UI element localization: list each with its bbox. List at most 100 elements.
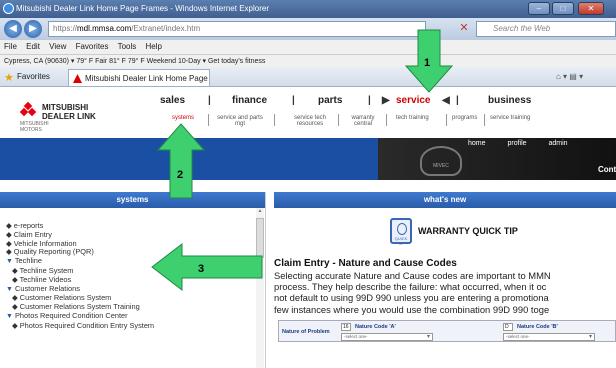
bullet-diamond-icon: ◆ [12, 302, 18, 312]
systems-list-label: Quality Reporting (PQR) [13, 247, 94, 257]
nav-sales[interactable]: sales [160, 95, 185, 106]
systems-list-label: Customer Relations System Training [19, 302, 140, 312]
bullet-diamond-icon: ◆ [6, 221, 12, 230]
nav-finance[interactable]: finance [232, 95, 267, 106]
systems-list-label: Customer Relations System [19, 293, 112, 303]
banner-contact[interactable]: Cont [598, 165, 616, 174]
subnav-systems[interactable]: systems [172, 115, 194, 121]
code-b-label: Nature Code 'B' [517, 324, 558, 330]
browser-tab[interactable]: Mitsubishi Dealer Link Home Page Fra... [68, 69, 210, 86]
bullet-diamond-icon: ◆ [12, 274, 18, 284]
back-icon[interactable]: ◀ [4, 20, 22, 38]
claim-entry-heading: Claim Entry - Nature and Cause Codes [274, 258, 457, 269]
systems-list-label: Photos Required Condition Center [15, 310, 128, 320]
top-navigation: sales | finance | parts | ▶ service ◀ | … [160, 95, 532, 106]
minimize-button[interactable]: – [528, 2, 550, 15]
header-banner: MIVEC home profile admin Cont [0, 138, 616, 180]
ie-icon [3, 3, 14, 14]
logo-line1: MITSUBISHI [42, 103, 89, 112]
claim-line: Selecting accurate Nature and Cause code… [274, 270, 551, 281]
url-host: mdl.mmsa.com [77, 24, 132, 33]
url-path: /Extranet/index.htm [131, 24, 201, 33]
whats-new-title: what's new [274, 192, 616, 208]
favorites-label[interactable]: Favorites [17, 72, 50, 81]
scroll-thumb[interactable] [256, 218, 264, 258]
menu-bar: File Edit View Favorites Tools Help [0, 40, 616, 54]
sub-navigation: systems service and parts mgt service te… [150, 114, 616, 136]
link-admin[interactable]: admin [549, 140, 568, 147]
code-b-box: D [503, 323, 513, 331]
systems-list-label: Customer Relations [15, 283, 80, 293]
forward-icon[interactable]: ▶ [24, 20, 42, 38]
systems-panel-title: systems [0, 192, 265, 208]
subnav-service-training[interactable]: service training [490, 115, 530, 121]
claim-line: few instances where you would use the co… [274, 303, 550, 315]
subnav-service-parts-mgt[interactable]: service and parts mgt [216, 115, 264, 127]
systems-list-label: Vehicle Information [13, 238, 77, 248]
menu-tools[interactable]: Tools [118, 42, 137, 51]
browser-tab-label: Mitsubishi Dealer Link Home Page Fra... [85, 74, 209, 83]
weather-text[interactable]: Cypress, CA (90630) ▾ 79° F Fair 81° F 7… [4, 58, 265, 65]
close-button[interactable]: ✕ [578, 2, 604, 15]
scroll-up-icon[interactable]: ▲ [256, 208, 264, 216]
nav-arrow-left-icon: ◀ [442, 95, 450, 106]
bullet-diamond-icon: ◆ [12, 293, 18, 303]
logo-sub: MITSUBISHI MOTORS [20, 121, 49, 133]
systems-list: ◆ e-reports ◆ Claim Entry ◆ Vehicle Inform… [6, 221, 155, 331]
code-a-label: Nature Code 'A' [355, 324, 396, 330]
bullet-diamond-icon: ◆ [6, 229, 12, 239]
subnav-programs[interactable]: programs [452, 115, 477, 121]
link-profile[interactable]: profile [507, 140, 526, 147]
address-bar: ◀ ▶ https://mdl.mmsa.com/Extranet/index.… [0, 18, 616, 40]
stop-icon[interactable]: ✕ [456, 21, 472, 37]
systems-list-label: Claim Entry [13, 229, 52, 239]
quick-tip-icon: QUICK TIP [390, 218, 412, 246]
code-a-box: 16 [341, 323, 351, 331]
subnav-warranty-central[interactable]: warranty central [346, 115, 380, 127]
bullet-diamond-icon: ◆ [6, 238, 12, 248]
whats-new-panel: what's new QUICK TIP WARRANTY QUICK TIP … [274, 192, 616, 368]
menu-edit[interactable]: Edit [26, 42, 40, 51]
window-title-bar: Mitsubishi Dealer Link Home Page Frames … [0, 0, 616, 18]
mivec-emblem: MIVEC [420, 146, 462, 176]
toolbar-icons[interactable]: ⌂ ▾ ▤ ▾ [556, 72, 583, 81]
systems-list-label: Photos Required Condition Entry System [19, 320, 155, 330]
expand-triangle-icon: ▼ [6, 312, 13, 320]
logo-line2: DEALER LINK [42, 112, 96, 121]
menu-view[interactable]: View [49, 42, 66, 51]
systems-scrollbar[interactable]: ▲ [256, 208, 264, 368]
menu-favorites[interactable]: Favorites [76, 42, 109, 51]
banner-links: home profile admin [468, 140, 588, 147]
systems-list-label: Techline [14, 256, 42, 266]
bullet-diamond-icon: ◆ [6, 247, 12, 257]
expand-triangle-icon: ▼ [6, 285, 13, 293]
maximize-button[interactable]: □ [552, 2, 574, 15]
url-prefix: https:// [53, 24, 78, 33]
subnav-tech-training[interactable]: tech training [396, 115, 429, 121]
systems-list-item[interactable]: ◆ Photos Required Condition Entry System [6, 320, 155, 331]
logo-text: MITSUBISHI DEALER LINK [42, 103, 112, 121]
systems-list-label: e-reports [13, 221, 44, 230]
subnav-service-tech-resources[interactable]: service tech resources [284, 115, 336, 127]
menu-file[interactable]: File [4, 42, 17, 51]
nav-business[interactable]: business [488, 95, 531, 106]
menu-help[interactable]: Help [146, 42, 162, 51]
nav-arrow-right-icon: ▶ [382, 95, 390, 106]
nature-code-form: Nature of Problem 16 Nature Code 'A' -se… [278, 320, 616, 342]
bullet-diamond-icon: ◆ [12, 265, 18, 275]
systems-panel: systems ◆ e-reports ◆ Claim Entry ◆ Vehicl… [0, 192, 266, 368]
nature-of-problem-label: Nature of Problem [282, 329, 330, 335]
warranty-quick-tip-title: WARRANTY QUICK TIP [418, 226, 518, 236]
window-title: Mitsubishi Dealer Link Home Page Frames … [16, 4, 269, 13]
nav-parts[interactable]: parts [318, 95, 342, 106]
url-input[interactable]: https://mdl.mmsa.com/Extranet/index.htm [48, 21, 426, 37]
nature-code-b-select[interactable]: -select one- [503, 333, 595, 341]
nav-service[interactable]: service [396, 95, 430, 106]
bullet-diamond-icon: ◆ [12, 320, 18, 330]
search-input[interactable]: Search the Web [476, 21, 616, 37]
favorites-star-icon[interactable]: ★ [4, 71, 14, 84]
mitsubishi-tab-icon [73, 74, 82, 83]
link-home[interactable]: home [468, 140, 486, 147]
expand-triangle-icon: ▼ [6, 258, 13, 266]
nature-code-a-select[interactable]: -select one- [341, 333, 433, 341]
